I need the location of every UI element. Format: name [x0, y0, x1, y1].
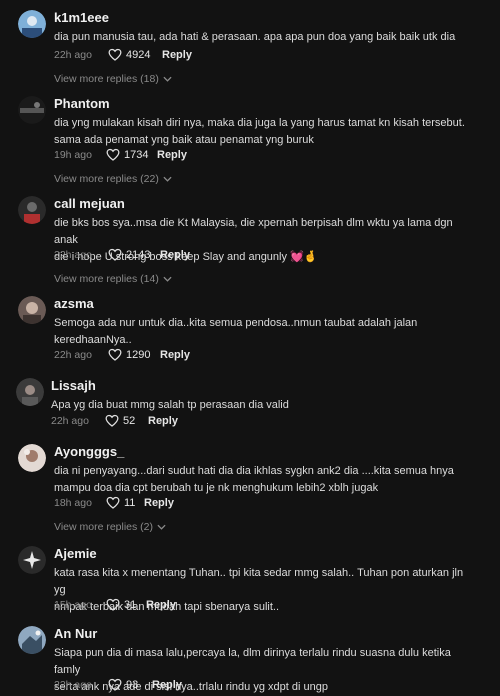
comment-feed: k1m1eee dia pun manusia tau, ada hati & …	[0, 0, 500, 696]
like-count: 4924	[126, 48, 151, 61]
like-count: 11	[124, 496, 136, 509]
comment-timestamp: 22h ago	[54, 49, 92, 61]
reply-button[interactable]: Reply	[148, 415, 178, 427]
view-more-replies-label: View more replies (22)	[54, 173, 159, 185]
like-button[interactable]: 1734	[106, 148, 148, 161]
reply-button[interactable]: Reply	[162, 49, 192, 61]
comment-timestamp: 19h ago	[54, 149, 92, 161]
avatar[interactable]	[18, 296, 46, 324]
like-count: 52	[123, 414, 136, 427]
comment-timestamp: 22h ago	[54, 349, 92, 361]
like-count: 93	[126, 678, 139, 691]
comment-timestamp: 15h ago	[54, 599, 92, 611]
avatar[interactable]	[18, 10, 46, 38]
chevron-down-icon	[163, 276, 172, 282]
avatar[interactable]	[18, 546, 46, 574]
comment-timestamp: 22h ago	[54, 249, 92, 261]
view-more-replies-button[interactable]: View more replies (2)	[54, 521, 166, 533]
like-button[interactable]: 2143	[108, 248, 150, 261]
comment-username[interactable]: azsma	[54, 296, 94, 311]
chevron-down-icon	[157, 524, 166, 530]
like-button[interactable]: 31	[106, 598, 136, 611]
crossed-fingers-emoji: 🤞	[303, 251, 318, 263]
view-more-replies-button[interactable]: View more replies (22)	[54, 173, 172, 185]
chevron-down-icon	[163, 76, 172, 82]
reply-button[interactable]: Reply	[160, 349, 190, 361]
avatar[interactable]	[18, 96, 46, 124]
like-button[interactable]: 1290	[108, 348, 150, 361]
comment-username[interactable]: Lissajh	[51, 378, 96, 393]
heart-icon	[106, 148, 120, 161]
comment-text: dia pun manusia tau, ada hati & perasaan…	[54, 31, 456, 43]
view-more-replies-label: View more replies (14)	[54, 273, 159, 285]
comment-text: dia ni penyayang...dari sudut hati dia d…	[54, 465, 454, 494]
avatar[interactable]	[18, 444, 46, 472]
comment-text: Apa yg dia buat mmg salah tp perasaan di…	[51, 399, 289, 411]
like-count: 2143	[126, 248, 151, 261]
like-button[interactable]: 52	[105, 414, 135, 427]
avatar[interactable]	[18, 196, 46, 224]
reply-button[interactable]: Reply	[146, 599, 176, 611]
heart-icon	[108, 678, 122, 691]
comment-username[interactable]: k1m1eee	[54, 10, 109, 25]
view-more-replies-button[interactable]: View more replies (14)	[54, 273, 172, 285]
like-count: 1734	[124, 148, 149, 161]
comment-timestamp: 22h ago	[51, 415, 89, 427]
heart-emoji: 💓	[290, 251, 304, 263]
comment-text: dia yng mulakan kisah diri nya, maka dia…	[54, 117, 465, 146]
heart-icon	[108, 248, 122, 261]
heart-icon	[105, 414, 119, 427]
heart-icon	[108, 348, 122, 361]
view-more-replies-label: View more replies (18)	[54, 73, 159, 85]
like-button[interactable]: 11	[106, 496, 135, 509]
avatar[interactable]	[18, 626, 46, 654]
heart-icon	[108, 48, 122, 61]
comment-timestamp: 18h ago	[54, 497, 92, 509]
comment-username[interactable]: call mejuan	[54, 196, 125, 211]
heart-icon	[106, 496, 120, 509]
reply-button[interactable]: Reply	[160, 249, 190, 261]
comment-username[interactable]: Phantom	[54, 96, 110, 111]
comment-username[interactable]: Ayongggs_	[54, 444, 124, 459]
chevron-down-icon	[163, 176, 172, 182]
avatar[interactable]	[16, 378, 44, 406]
comment-username[interactable]: Ajemie	[54, 546, 97, 561]
like-button[interactable]: 93	[108, 678, 138, 691]
reply-button[interactable]: Reply	[152, 679, 182, 691]
comment-text: Semoga ada nur untuk dia..kita semua pen…	[54, 317, 418, 346]
reply-button[interactable]: Reply	[157, 149, 187, 161]
heart-icon	[106, 598, 120, 611]
like-button[interactable]: 4924	[108, 48, 150, 61]
view-more-replies-label: View more replies (2)	[54, 521, 154, 533]
like-count: 31	[124, 598, 137, 611]
view-more-replies-button[interactable]: View more replies (18)	[54, 73, 172, 85]
like-count: 1290	[126, 348, 151, 361]
comment-timestamp: 22h ago	[54, 679, 92, 691]
reply-button[interactable]: Reply	[144, 497, 174, 509]
comment-username[interactable]: An Nur	[54, 626, 97, 641]
